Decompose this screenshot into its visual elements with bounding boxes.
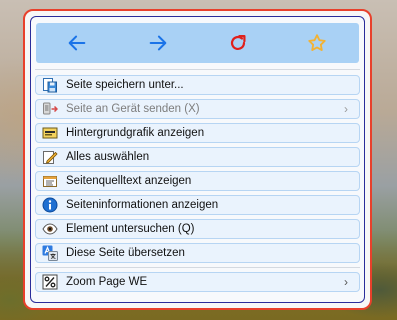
menu-item-label: Seitenquelltext anzeigen — [66, 175, 192, 187]
navigation-toolbar — [36, 23, 359, 63]
menu-item-zoom-page-we[interactable]: Zoom Page WE › — [35, 272, 360, 292]
forward-arrow-icon — [149, 35, 167, 51]
menu-item-show-background-image[interactable]: Hintergrundgrafik anzeigen — [35, 123, 360, 143]
forward-button[interactable] — [146, 31, 170, 55]
menu-item-inspect-element[interactable]: Element untersuchen (Q) — [35, 219, 360, 239]
menu-item-save-page[interactable]: Seite speichern unter... — [35, 75, 360, 95]
context-menu-panel: Seite speichern unter... Seite an Gerät … — [30, 16, 365, 303]
context-menu: Seite speichern unter... Seite an Gerät … — [23, 9, 372, 310]
back-arrow-icon — [68, 35, 86, 51]
menu-item-label: Zoom Page WE — [66, 276, 148, 288]
reload-button[interactable] — [226, 31, 250, 55]
save-page-icon — [42, 77, 58, 93]
background-image-icon — [42, 125, 58, 141]
menu-item-label: Seiteninformationen anzeigen — [66, 199, 219, 211]
menu-item-select-all[interactable]: Alles auswählen — [35, 147, 360, 167]
select-all-icon — [42, 149, 58, 165]
star-icon — [308, 34, 326, 51]
menu-item-label: Hintergrundgrafik anzeigen — [66, 127, 205, 139]
menu-item-label: Seite speichern unter... — [66, 79, 184, 91]
separator — [35, 267, 360, 268]
menu-item-view-source[interactable]: Seitenquelltext anzeigen — [35, 171, 360, 191]
inspect-eye-icon — [42, 221, 58, 237]
info-icon — [42, 197, 58, 213]
menu-item-translate-page[interactable]: Diese Seite übersetzen — [35, 243, 360, 263]
menu-item-send-to-device[interactable]: Seite an Gerät senden (X) › — [35, 99, 360, 119]
menu-item-label: Element untersuchen (Q) — [66, 223, 195, 235]
menu-item-label: Diese Seite übersetzen — [66, 247, 185, 259]
reload-icon — [230, 35, 246, 50]
menu-item-label: Alles auswählen — [66, 151, 150, 163]
menu-item-label: Seite an Gerät senden (X) — [66, 103, 200, 115]
submenu-arrow-icon: › — [344, 275, 348, 289]
menu-item-page-info[interactable]: Seiteninformationen anzeigen — [35, 195, 360, 215]
submenu-arrow-icon: › — [344, 102, 348, 116]
translate-icon — [42, 245, 58, 261]
zoom-percent-icon — [42, 274, 58, 290]
separator — [35, 69, 360, 70]
send-to-device-icon — [42, 101, 58, 117]
view-source-icon — [42, 173, 58, 189]
back-button[interactable] — [65, 31, 89, 55]
bookmark-button[interactable] — [305, 31, 329, 55]
